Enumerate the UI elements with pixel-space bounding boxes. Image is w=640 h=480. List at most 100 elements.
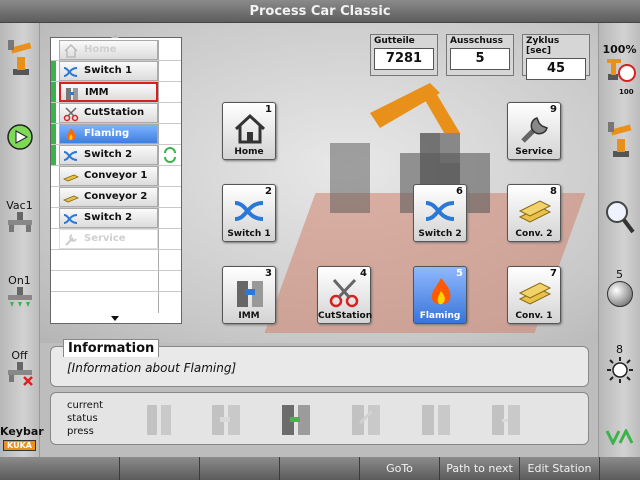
station-label: Flaming (419, 311, 461, 321)
robot-button[interactable] (599, 119, 640, 162)
list-item-conveyor1[interactable]: Conveyor 1 (51, 166, 181, 187)
keybar-button[interactable]: Keybar KUKA (0, 425, 44, 451)
wrench-icon (521, 117, 548, 143)
list-item-switch1[interactable]: Switch 1 (51, 61, 181, 82)
status-line: press (67, 426, 94, 437)
counter-label: Zyklus [sec] (526, 36, 560, 56)
scroll-down-icon[interactable] (111, 316, 119, 321)
softkey-1[interactable] (40, 457, 120, 480)
list-item-empty (51, 250, 181, 271)
home-icon (234, 113, 266, 144)
list-item-cutstation[interactable]: CutStation (51, 103, 181, 124)
conveyor-icon (63, 195, 79, 203)
goto-button[interactable]: GoTo (360, 457, 440, 480)
switch-icon (63, 67, 78, 77)
speed-button[interactable]: 100% 100 (599, 43, 640, 96)
va-logo-icon (605, 427, 633, 447)
list-item-label: Conveyor 1 (84, 170, 148, 181)
on1-button[interactable]: On1 (0, 274, 39, 316)
list-item-conveyor2[interactable]: Conveyor 2 (51, 187, 181, 208)
gripper-on-icon (7, 287, 32, 307)
softkey-3[interactable] (200, 457, 280, 480)
search-button[interactable] (599, 199, 640, 238)
status-line: current (67, 400, 104, 411)
station-flaming-button[interactable]: 5 Flaming (413, 266, 467, 324)
press-open2-icon (422, 405, 450, 435)
press-idle-icon (492, 405, 520, 435)
information-text: [Information about Flaming] (67, 361, 237, 375)
speed-badge: 100 (619, 88, 634, 96)
play-button[interactable] (0, 123, 39, 154)
station-home-button[interactable]: 1 Home (222, 102, 276, 160)
list-item-label: Switch 2 (84, 212, 133, 223)
list-item-flaming[interactable]: Flaming (51, 124, 181, 145)
left-toolbar: Vac1 On1 Off Keybar KUKA (0, 23, 44, 457)
softkey-4[interactable] (280, 457, 360, 480)
robot-speed-icon (606, 59, 636, 82)
window-title: Process Car Classic (0, 0, 640, 23)
robot-arm-icon (607, 122, 631, 157)
station-switch2-button[interactable]: 6 Switch 2 (413, 184, 467, 242)
edit-station-button[interactable]: Edit Station (520, 457, 600, 480)
list-item-label: Conveyor 2 (84, 191, 148, 202)
information-panel: Information [Information about Flaming] (50, 339, 589, 387)
conveyor-icon (63, 174, 79, 182)
robot-3d-model (330, 83, 490, 213)
station-label: Switch 2 (418, 229, 462, 239)
counter-gutteile: Gutteile 7281 (370, 34, 438, 76)
list-item-label: IMM (85, 87, 109, 98)
bottom-corner-right (600, 457, 640, 480)
press-closing-icon (212, 405, 240, 435)
scissors-icon (329, 278, 359, 308)
knob-label: 5 (616, 268, 623, 281)
magnifier-icon (605, 201, 635, 234)
va-logo (599, 427, 640, 448)
vac1-label: Vac1 (6, 199, 33, 212)
flame-icon (66, 128, 76, 141)
wrench-icon (65, 234, 77, 246)
keybar-label: Keybar (0, 425, 44, 438)
brightness-label: 8 (616, 343, 623, 356)
station-label: Conv. 2 (515, 229, 553, 239)
station-label: Service (515, 147, 553, 157)
vac1-button[interactable]: Vac1 (0, 199, 39, 237)
list-item-label: Home (84, 44, 117, 55)
robot-view-button[interactable] (0, 37, 39, 80)
station-label: IMM (238, 311, 260, 321)
zoom-label: 100% (602, 43, 637, 56)
home-icon (64, 43, 78, 58)
off-label: Off (11, 349, 28, 362)
knob-control[interactable]: 5 (599, 268, 640, 310)
status-line: status (67, 413, 98, 424)
robot-arm-icon (7, 40, 31, 75)
brightness-control[interactable]: 8 (599, 343, 640, 387)
switch-icon (425, 201, 455, 221)
press-open-icon (147, 405, 171, 435)
list-item-home[interactable]: Home (51, 40, 181, 61)
off-button[interactable]: Off (0, 349, 39, 391)
station-label: Home (234, 147, 264, 157)
path-to-next-button[interactable]: Path to next (440, 457, 520, 480)
softkey-2[interactable] (120, 457, 200, 480)
counter-value: 5 (450, 48, 510, 70)
station-list[interactable]: Home Switch 1 IMM CutStation Flaming Swi… (50, 34, 182, 324)
list-item-imm[interactable]: IMM (51, 82, 181, 103)
station-conv1-button[interactable]: 7 Conv. 1 (507, 266, 561, 324)
status-text: current status press (67, 399, 103, 438)
list-item-label: Service (84, 233, 126, 244)
press-current-icon (282, 405, 310, 435)
list-item-switch2[interactable]: Switch 2 (51, 145, 181, 166)
counter-value: 45 (526, 58, 586, 80)
list-item-empty (51, 271, 181, 292)
green-arrows-icon (164, 147, 176, 163)
station-cutstation-button[interactable]: 4 CutStation (317, 266, 373, 324)
station-switch1-button[interactable]: 2 Switch 1 (222, 184, 276, 242)
play-icon (6, 124, 33, 150)
station-service-button[interactable]: 9 Service (507, 102, 561, 160)
scroll-up-icon[interactable] (111, 34, 119, 38)
list-item-switch2-b[interactable]: Switch 2 (51, 208, 181, 229)
station-conv2-button[interactable]: 8 Conv. 2 (507, 184, 561, 242)
station-imm-button[interactable]: 3 IMM (222, 266, 276, 324)
list-item-service[interactable]: Service (51, 229, 181, 250)
station-label: CutStation (318, 311, 373, 321)
